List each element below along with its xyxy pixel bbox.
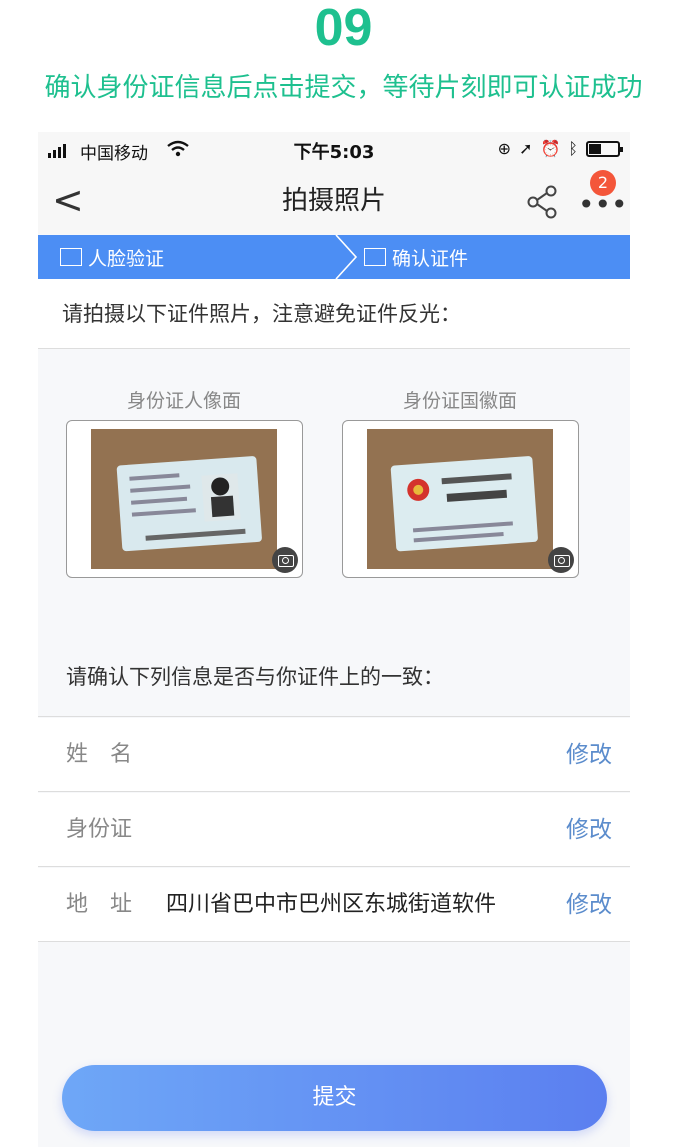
camera-icon[interactable]	[272, 547, 298, 573]
field-label: 姓 名	[66, 742, 133, 767]
id-front-photo	[91, 429, 277, 569]
status-icons: ⊕ ➚ ⏰ ᛒ	[497, 139, 623, 158]
alarm-icon: ⏰	[540, 139, 561, 158]
progress-step-label: 人脸验证	[88, 247, 165, 270]
step-arrow-icon	[335, 235, 358, 279]
submit-button[interactable]: 提交	[62, 1065, 607, 1131]
edit-address-button[interactable]: 修改	[566, 868, 612, 942]
id-back-photo	[367, 429, 553, 569]
phone-screen: 中国移动 下午5:03 ⊕ ➚ ⏰ ᛒ < 拍摄照片 ••• 2 人脸验证 确认…	[38, 132, 630, 1147]
field-row-name: 姓 名 修改	[38, 718, 630, 792]
id-back-photo-card[interactable]	[342, 420, 579, 578]
field-label: 地 址	[66, 892, 133, 917]
field-label: 身份证	[66, 817, 133, 842]
navigation-bar: < 拍摄照片 ••• 2	[38, 168, 630, 234]
face-scan-icon	[60, 248, 82, 266]
card-label-back: 身份证国徽面	[402, 390, 517, 412]
edit-name-button[interactable]: 修改	[566, 718, 612, 792]
confirm-hint: 请确认下列信息是否与你证件上的一致：	[38, 637, 630, 717]
location-icon: ➚	[519, 139, 533, 158]
field-row-address: 地 址 四川省巴中市巴州区东城街道软件 修改	[38, 868, 630, 942]
id-card-icon	[364, 248, 386, 266]
field-value: 四川省巴中市巴州区东城街道软件	[166, 892, 497, 917]
camera-icon[interactable]	[548, 547, 574, 573]
step-number: 09	[314, 0, 373, 57]
progress-step-document: 确认证件	[364, 235, 468, 279]
notification-badge: 2	[590, 170, 616, 196]
photo-hint: 请拍摄以下证件照片，注意避免证件反光：	[38, 279, 630, 349]
edit-id-button[interactable]: 修改	[566, 793, 612, 867]
battery-icon	[586, 140, 623, 157]
field-row-id-number: 身份证 修改	[38, 793, 630, 867]
status-bar: 中国移动 下午5:03 ⊕ ➚ ⏰ ᛒ	[38, 132, 630, 168]
card-label-front: 身份证人像面	[126, 390, 241, 412]
bluetooth-icon: ᛒ	[568, 139, 578, 158]
progress-step-label: 确认证件	[392, 247, 469, 270]
progress-step-face: 人脸验证	[60, 235, 164, 279]
share-icon[interactable]	[524, 182, 560, 222]
rotation-lock-icon: ⊕	[497, 139, 512, 158]
id-photo-section: 身份证人像面 身份证国徽面	[38, 350, 630, 622]
progress-steps: 人脸验证 确认证件	[38, 235, 630, 279]
id-front-photo-card[interactable]	[66, 420, 303, 578]
step-description: 确认身份证信息后点击提交，等待片刻即可认证成功	[44, 73, 643, 103]
